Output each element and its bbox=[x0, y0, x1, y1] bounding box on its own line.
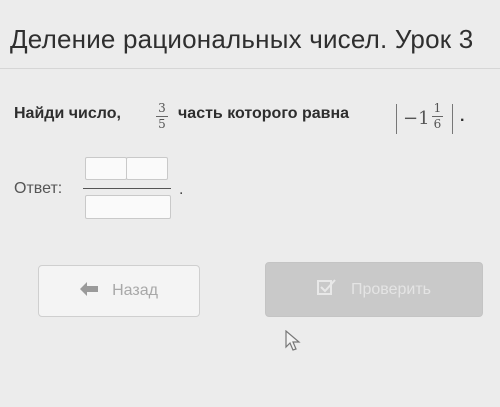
check-button[interactable]: Проверить bbox=[265, 262, 483, 317]
back-button[interactable]: Назад bbox=[38, 265, 200, 317]
task-fraction: 3 5 bbox=[156, 102, 168, 131]
mixed-number-fraction: 1 6 bbox=[432, 102, 443, 131]
answer-denominator-input[interactable] bbox=[85, 195, 171, 219]
answer-numerator-input[interactable] bbox=[126, 157, 168, 180]
task-text-middle: часть которого равна bbox=[178, 105, 350, 122]
checkbox-icon bbox=[316, 279, 337, 300]
answer-label: Ответ: bbox=[14, 180, 63, 197]
mouse-pointer-icon bbox=[285, 329, 301, 357]
check-button-label: Проверить bbox=[350, 280, 431, 298]
mixed-fraction-numerator: 1 bbox=[433, 101, 442, 115]
abs-bar-right bbox=[452, 104, 453, 134]
task-fraction-numerator: 3 bbox=[158, 101, 166, 115]
arrow-left-icon bbox=[80, 281, 99, 301]
answer-end-mark: . bbox=[179, 181, 184, 198]
task-fraction-denominator: 5 bbox=[158, 117, 166, 131]
answer-fraction-line bbox=[83, 188, 171, 189]
title-divider bbox=[0, 68, 500, 69]
page-title: Деление рациональных чисел. Урок 3 bbox=[10, 24, 474, 54]
answer-whole-input[interactable] bbox=[85, 157, 127, 180]
task-text-prefix: Найди число, bbox=[14, 105, 121, 122]
mixed-fraction-denominator: 6 bbox=[433, 117, 442, 131]
task-text-suffix: . bbox=[460, 108, 465, 125]
back-button-label: Назад bbox=[112, 282, 158, 299]
mixed-number-whole: −1 bbox=[403, 108, 430, 129]
abs-bar-left bbox=[396, 104, 397, 134]
